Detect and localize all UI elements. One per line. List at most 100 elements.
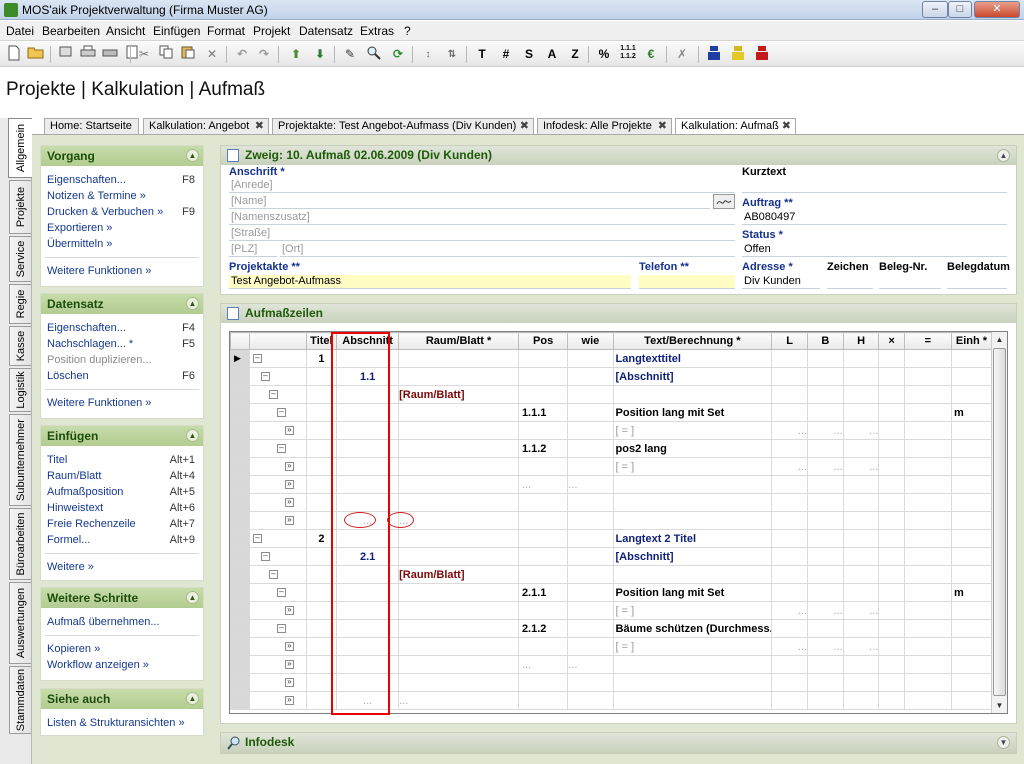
- sidebar-item-eigenschaften[interactable]: Eigenschaften... F8: [41, 172, 203, 188]
- text-cell[interactable]: [612, 475, 773, 494]
- anrede-field[interactable]: [Anrede]: [229, 179, 735, 193]
- insert-number-icon[interactable]: #: [496, 45, 516, 64]
- eq-cell[interactable]: [903, 457, 952, 476]
- delete-icon[interactable]: ✕: [202, 45, 222, 64]
- sidebar-item-titel[interactable]: Titel Alt+1: [41, 452, 203, 468]
- pos-cell[interactable]: [517, 547, 569, 566]
- tree-node[interactable]: »: [248, 475, 307, 494]
- auftrag-field[interactable]: AB080497: [742, 211, 1007, 225]
- text-cell[interactable]: [ = ]: [612, 601, 773, 620]
- mult-cell[interactable]: [878, 475, 905, 494]
- collapse-icon[interactable]: ▲: [997, 149, 1010, 162]
- kurztext-field[interactable]: [742, 179, 1007, 193]
- row-header[interactable]: [230, 601, 250, 620]
- pos-cell[interactable]: 2.1.1: [517, 583, 569, 602]
- h-cell[interactable]: ...: [842, 601, 880, 620]
- sidebar-item-ds-eigenschaften[interactable]: Eigenschaften... F4: [41, 320, 203, 336]
- b-cell[interactable]: [806, 385, 844, 404]
- tree-node[interactable]: »: [248, 457, 307, 476]
- menu-help[interactable]: ?: [404, 24, 411, 38]
- l-cell[interactable]: [771, 403, 808, 422]
- raum-cell[interactable]: ...: [398, 691, 519, 710]
- col-header-pos[interactable]: Pos: [517, 332, 569, 350]
- tree-node[interactable]: –: [248, 547, 307, 566]
- l-cell[interactable]: [771, 547, 808, 566]
- text-cell[interactable]: Position lang mit Set: [612, 403, 773, 422]
- scroll-down-icon[interactable]: ▼: [992, 698, 1007, 713]
- wie-cell[interactable]: [567, 349, 614, 368]
- col-header-h[interactable]: H: [842, 332, 880, 350]
- wie-cell[interactable]: [567, 511, 614, 530]
- raum-cell[interactable]: [398, 673, 519, 692]
- tree-node[interactable]: »: [248, 655, 307, 674]
- sidebar-item-nachschlagen[interactable]: Nachschlagen... * F5: [41, 336, 203, 352]
- sidebar-item-duplizieren[interactable]: Position duplizieren...: [41, 352, 203, 368]
- wie-cell[interactable]: [567, 583, 614, 602]
- h-cell[interactable]: [842, 529, 880, 548]
- pos-cell[interactable]: [517, 493, 569, 512]
- mult-cell[interactable]: [878, 439, 905, 458]
- pos-cell[interactable]: 1.1.1: [517, 403, 569, 422]
- vtab-allgemein[interactable]: Allgemein: [8, 118, 32, 178]
- mult-cell[interactable]: [878, 367, 905, 386]
- sidebar-item-aufmassposition[interactable]: Aufmaßposition Alt+5: [41, 484, 203, 500]
- row-header[interactable]: [230, 673, 250, 692]
- eq-cell[interactable]: [903, 511, 952, 530]
- wie-cell[interactable]: [567, 403, 614, 422]
- menu-format[interactable]: Format: [207, 24, 245, 38]
- eq-cell[interactable]: [903, 691, 952, 710]
- eq-cell[interactable]: [903, 349, 952, 368]
- wie-cell[interactable]: [567, 691, 614, 710]
- text-cell[interactable]: [Abschnitt]: [612, 547, 773, 566]
- h-cell[interactable]: ...: [842, 637, 880, 656]
- belegnr-field[interactable]: [879, 275, 941, 289]
- find-icon[interactable]: [364, 45, 384, 64]
- wie-cell[interactable]: [567, 547, 614, 566]
- col-header-raum[interactable]: Raum/Blatt *: [398, 332, 519, 350]
- row-header[interactable]: [230, 529, 250, 548]
- expand-icon[interactable]: ▼: [997, 736, 1010, 749]
- close-tab-icon[interactable]: ✖: [658, 119, 667, 133]
- menu-bearbeiten[interactable]: Bearbeiten: [42, 24, 100, 38]
- eq-cell[interactable]: [903, 547, 952, 566]
- raum-cell[interactable]: [398, 367, 519, 386]
- mult-cell[interactable]: [878, 457, 905, 476]
- close-tab-icon[interactable]: ✖: [255, 119, 264, 133]
- tree-node[interactable]: –: [248, 529, 307, 548]
- b-cell[interactable]: [806, 547, 844, 566]
- tree-toggle-icon[interactable]: –: [276, 588, 286, 597]
- numbering-icon[interactable]: 1.1.1 1.1.2: [618, 45, 638, 64]
- text-cell[interactable]: Position lang mit Set: [612, 583, 773, 602]
- einh-cell[interactable]: [950, 511, 993, 530]
- currency-icon[interactable]: €: [641, 45, 661, 64]
- print-icon[interactable]: [78, 45, 98, 64]
- wie-cell[interactable]: [567, 637, 614, 656]
- ort-field[interactable]: [Ort]: [280, 243, 735, 257]
- h-cell[interactable]: [842, 547, 880, 566]
- user-red-icon[interactable]: [752, 45, 772, 64]
- maximize-button[interactable]: □: [948, 1, 972, 18]
- tree-toggle-icon[interactable]: –: [268, 390, 278, 399]
- row-header[interactable]: [230, 367, 250, 386]
- einh-cell[interactable]: [950, 421, 993, 440]
- sort-alt-icon[interactable]: ⇅: [442, 45, 462, 64]
- einh-cell[interactable]: [950, 385, 993, 404]
- eq-cell[interactable]: [903, 619, 952, 638]
- mult-cell[interactable]: [878, 691, 905, 710]
- vtab-service[interactable]: Service: [9, 236, 31, 282]
- b-cell[interactable]: [806, 583, 844, 602]
- tree-node[interactable]: –: [248, 619, 307, 638]
- text-cell[interactable]: [ = ]: [612, 457, 773, 476]
- einh-cell[interactable]: [950, 529, 993, 548]
- tree-toggle-icon[interactable]: »: [284, 462, 294, 471]
- sidebar-item-formel[interactable]: Formel... Alt+9: [41, 532, 203, 548]
- tree-node[interactable]: –: [248, 439, 307, 458]
- close-tab-icon[interactable]: ✖: [520, 119, 529, 133]
- eq-cell[interactable]: [903, 385, 952, 404]
- l-cell[interactable]: [771, 367, 808, 386]
- undo-icon[interactable]: ↶: [232, 45, 252, 64]
- raum-cell[interactable]: [398, 349, 519, 368]
- eq-cell[interactable]: [903, 673, 952, 692]
- mult-cell[interactable]: [878, 493, 905, 512]
- percent-icon[interactable]: %: [594, 45, 614, 64]
